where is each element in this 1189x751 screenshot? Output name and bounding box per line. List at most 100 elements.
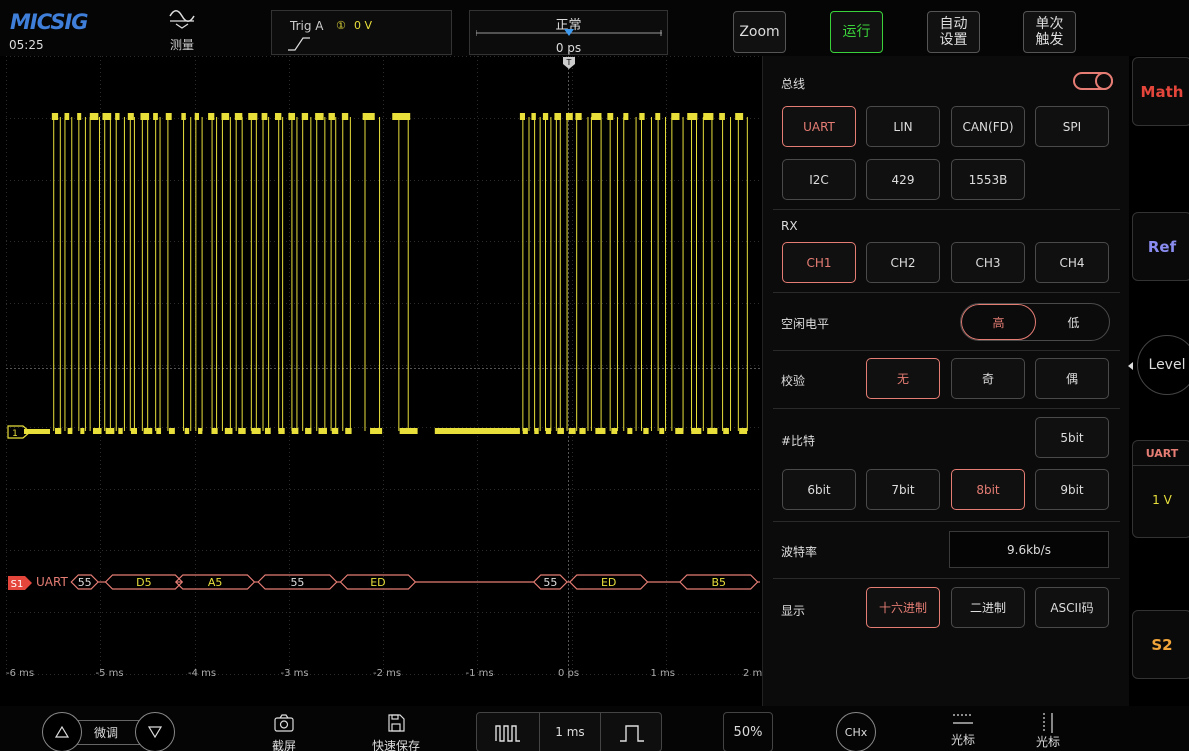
triangle-up-icon (55, 726, 69, 738)
bits-6-button[interactable]: 6bit (782, 469, 856, 510)
waveform-display[interactable]: 55 D5 A5 55 ED 55 ED B5 (6, 56, 760, 706)
channel-label: CH1 (806, 255, 832, 270)
signal-high-segment (89, 113, 99, 120)
time-tick-label: -4 ms (188, 668, 217, 679)
signal-high-segment (591, 113, 602, 120)
time-tick-label: 2 m (743, 668, 763, 679)
bits-9-button[interactable]: 9bit (1035, 469, 1109, 510)
time-tick-label: -3 ms (280, 668, 309, 679)
signal-high-segment (639, 113, 645, 120)
bits-5-button[interactable]: 5bit (1035, 417, 1109, 458)
protocol-spi-button[interactable]: SPI (1035, 106, 1109, 147)
signal-low-segment (264, 428, 271, 434)
timebase-increase-icon[interactable] (619, 724, 645, 742)
vertical-cursor-button[interactable]: 光标 (1031, 712, 1065, 750)
display-ascii-button[interactable]: ASCII码 (1035, 587, 1109, 628)
baud-rate-field[interactable]: 9.6kb/s (949, 531, 1109, 568)
protocol-label: 429 (891, 172, 915, 187)
signal-high-segment (261, 113, 268, 120)
channel-label: CH2 (890, 255, 916, 270)
protocol-i2c-button[interactable]: I2C (782, 159, 856, 200)
rising-edge-icon (288, 37, 310, 51)
signal-high-segment (392, 113, 411, 120)
signal-low-segment (627, 428, 633, 434)
channel-label: CH4 (1059, 255, 1085, 270)
idle-high-label: 高 (992, 315, 1005, 330)
signal-low-segment (579, 428, 586, 434)
signal-low-segment (534, 428, 539, 434)
timebase-panel[interactable]: 正常 0 ps (469, 10, 668, 55)
run-button[interactable]: 运行 (830, 11, 883, 53)
idle-low-option[interactable]: 低 (1036, 304, 1109, 340)
zoom-button[interactable]: Zoom (733, 11, 786, 53)
protocol-429-button[interactable]: 429 (866, 159, 940, 200)
parity-label: 无 (896, 372, 909, 386)
s2-button[interactable]: S2 (1132, 610, 1189, 679)
signal-low-segment (184, 428, 190, 434)
timebase-control: 1 ms (476, 712, 662, 751)
protocol-lin-button[interactable]: LIN (866, 106, 940, 147)
chx-button[interactable]: CHx (836, 712, 876, 751)
level-knob[interactable]: Level (1137, 335, 1189, 395)
idle-high-option[interactable]: 高 (961, 304, 1036, 340)
fine-down-button[interactable] (135, 712, 175, 751)
signal-low-segment (278, 428, 285, 434)
bus-enable-toggle[interactable] (1073, 72, 1113, 90)
bits-7-button[interactable]: 7bit (866, 469, 940, 510)
protocol-label: LIN (893, 119, 913, 134)
auto-set-button[interactable]: 自动 设置 (927, 11, 980, 53)
timebase-decrease-icon[interactable] (495, 724, 521, 742)
signal-high-segment (64, 113, 70, 120)
protocol-uart-button[interactable]: UART (782, 106, 856, 147)
ch1-ground-marker[interactable]: 1 (7, 425, 33, 439)
parity-odd-button[interactable]: 奇 (951, 358, 1025, 399)
ch1-marker-label: 1 (12, 429, 18, 439)
idle-level-title: 空闲电平 (781, 317, 830, 331)
trigger-position-marker[interactable]: T (562, 56, 576, 70)
parity-none-button[interactable]: 无 (866, 358, 940, 399)
s1-bus-marker[interactable]: S1 (7, 575, 33, 591)
rx-ch3-button[interactable]: CH3 (951, 242, 1025, 283)
display-binary-button[interactable]: 二进制 (951, 587, 1025, 628)
protocol-1553b-button[interactable]: 1553B (951, 159, 1025, 200)
signal-low-segment (224, 428, 233, 434)
time-tick-label: 1 ms (650, 668, 676, 679)
divider (773, 350, 1120, 351)
measure-button[interactable]: 测量 (160, 10, 204, 53)
rx-ch4-button[interactable]: CH4 (1035, 242, 1109, 283)
signal-low-segment (305, 428, 312, 434)
rx-ch2-button[interactable]: CH2 (866, 242, 940, 283)
rx-ch1-button[interactable]: CH1 (782, 242, 856, 283)
signal-high-segment (208, 113, 215, 120)
zoom-label: Zoom (739, 24, 780, 40)
percent-button[interactable]: 50% (723, 712, 773, 751)
auto-set-label-1: 自动 (939, 16, 968, 32)
bits-8-button[interactable]: 8bit (951, 469, 1025, 510)
fine-up-button[interactable] (42, 712, 82, 751)
signal-low-segment (55, 428, 62, 434)
single-trigger-button[interactable]: 单次 触发 (1023, 11, 1076, 53)
parity-even-button[interactable]: 偶 (1035, 358, 1109, 399)
horizontal-cursor-label: 光标 (950, 733, 975, 747)
display-label: 二进制 (969, 601, 1006, 615)
ref-button[interactable]: Ref (1132, 212, 1189, 281)
bus-frame-label: ED (601, 576, 616, 589)
bus-title: 总线 (781, 77, 806, 91)
signal-high-segment (565, 113, 573, 120)
time-tick-label: -2 ms (373, 668, 402, 679)
uart-bus-decode: 55 D5 A5 55 ED 55 ED B5 (70, 574, 760, 590)
protocol-can-button[interactable]: CAN(FD) (951, 106, 1025, 147)
bits-label: 6bit (807, 482, 831, 497)
screenshot-button[interactable]: 截屏 (268, 714, 300, 751)
math-button[interactable]: Math (1132, 57, 1189, 126)
trigger-level: 0 V (354, 19, 373, 32)
uart-bus-status[interactable]: UART 1 V (1132, 440, 1189, 538)
quick-save-button[interactable]: 快速保存 (368, 714, 424, 751)
signal-high-segment (127, 113, 134, 120)
horizontal-cursor-button[interactable]: 光标 (946, 712, 980, 748)
trigger-panel[interactable]: Trig A ① 0 V (271, 10, 452, 55)
signal-high-segment (221, 113, 230, 120)
bits-label: 9bit (1060, 482, 1084, 497)
display-hex-button[interactable]: 十六进制 (866, 587, 940, 628)
ch1-trace (24, 113, 748, 434)
